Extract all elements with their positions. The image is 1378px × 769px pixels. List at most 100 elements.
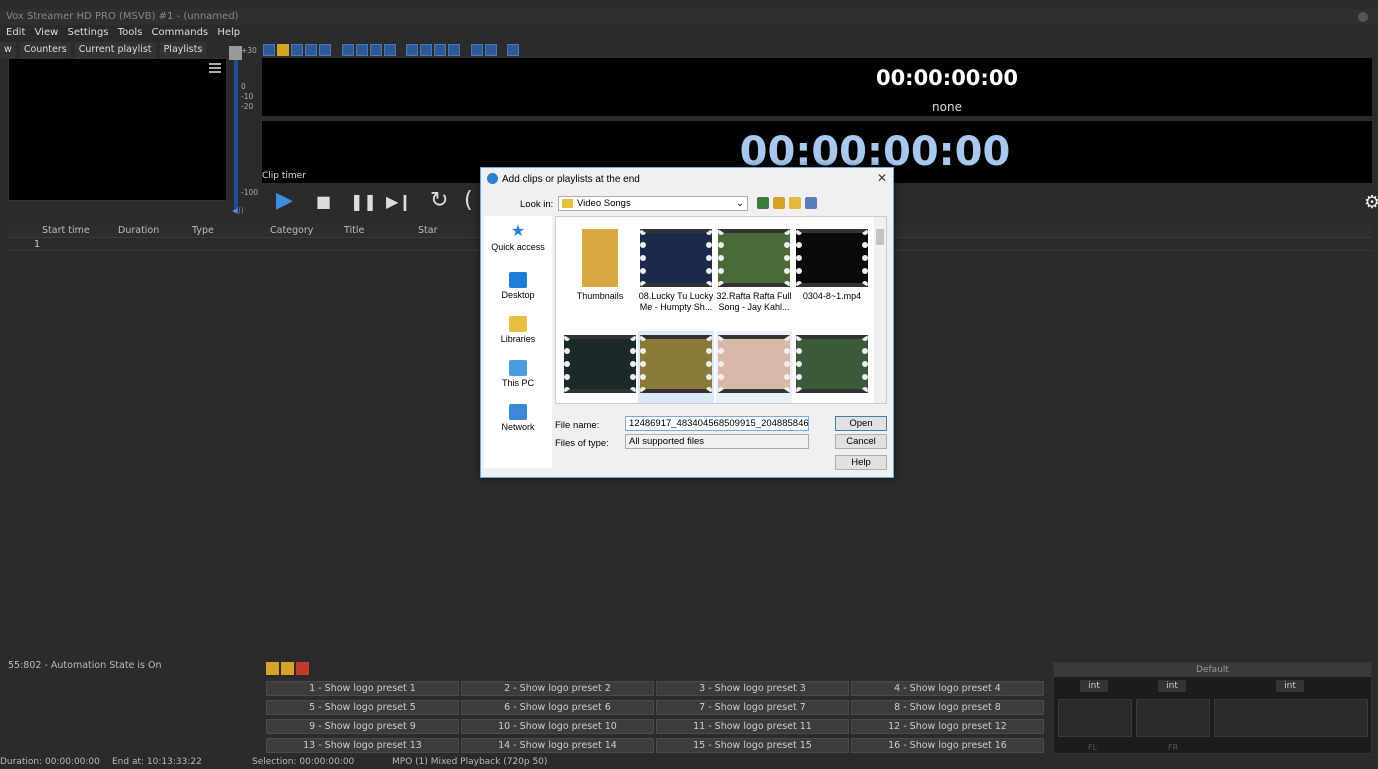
help-button[interactable]: Help — [835, 455, 887, 470]
scrollbar-thumb[interactable] — [876, 229, 884, 245]
preset-button-9[interactable]: 9 - Show logo preset 9 — [266, 719, 459, 734]
volume-meter[interactable]: +30 0 -10 -20 -100 ◀)) — [226, 42, 260, 216]
preset-edit-icon[interactable] — [266, 662, 279, 675]
col-start-time[interactable]: Start time — [42, 224, 90, 238]
back-icon[interactable] — [757, 197, 769, 209]
col-star[interactable]: Star — [418, 224, 437, 238]
toolbar-icon-9[interactable] — [383, 44, 396, 56]
preset-button-3[interactable]: 3 - Show logo preset 3 — [656, 681, 849, 696]
tab-preview[interactable]: w — [0, 42, 16, 58]
files-of-type-select[interactable]: All supported files — [625, 434, 809, 449]
col-duration[interactable]: Duration — [118, 224, 159, 238]
hamburger-icon[interactable] — [209, 63, 221, 73]
next-button[interactable]: ▶❙ — [386, 192, 412, 211]
menu-help[interactable]: Help — [217, 27, 240, 38]
help-icon[interactable] — [507, 44, 519, 56]
file-item[interactable] — [794, 335, 870, 403]
file-list-scrollbar[interactable] — [874, 217, 886, 403]
menu-view[interactable]: View — [35, 27, 59, 38]
toolbar-icon-15[interactable] — [484, 44, 497, 56]
file-name-input[interactable]: 12486917_483404568509915_2048858461_n — [625, 416, 809, 431]
preset-button-1[interactable]: 1 - Show logo preset 1 — [266, 681, 459, 696]
star-icon[interactable] — [281, 662, 294, 675]
arrow-icon[interactable] — [296, 662, 309, 675]
preset-button-5[interactable]: 5 - Show logo preset 5 — [266, 700, 459, 715]
gear-icon[interactable]: ⚙ — [1364, 192, 1378, 213]
tab-playlists[interactable]: Playlists — [159, 42, 207, 58]
tab-counters[interactable]: Counters — [19, 42, 71, 58]
open-button[interactable]: Open — [835, 416, 887, 431]
look-in-dropdown[interactable]: Video Songs ⌄ — [558, 196, 748, 211]
toolbar-icon-13[interactable] — [448, 44, 460, 56]
preset-button-11[interactable]: 11 - Show logo preset 11 — [656, 719, 849, 734]
stop-button[interactable]: ■ — [316, 192, 331, 211]
file-item[interactable] — [716, 331, 792, 403]
new-folder-icon[interactable] — [789, 197, 801, 209]
toolbar-icon-7[interactable] — [355, 44, 368, 56]
close-icon[interactable]: ✕ — [877, 171, 887, 185]
preset-button-16[interactable]: 16 - Show logo preset 16 — [851, 738, 1044, 753]
audio-int-2[interactable]: int — [1158, 680, 1186, 692]
file-item[interactable]: 08.Lucky Tu Lucky Me - Humpty Sh... — [638, 229, 714, 313]
preset-button-4[interactable]: 4 - Show logo preset 4 — [851, 681, 1044, 696]
preset-button-10[interactable]: 10 - Show logo preset 10 — [461, 719, 654, 734]
preset-button-7[interactable]: 7 - Show logo preset 7 — [656, 700, 849, 715]
place-desktop[interactable]: Desktop — [484, 272, 552, 300]
toolbar-icon-11[interactable] — [420, 44, 432, 56]
preset-button-14[interactable]: 14 - Show logo preset 14 — [461, 738, 654, 753]
col-type[interactable]: Type — [192, 224, 214, 238]
menu-edit[interactable]: Edit — [6, 27, 25, 38]
status-bar: Duration: 00:00:00:00 End at: 10:13:33:2… — [0, 756, 1378, 769]
preset-button-8[interactable]: 8 - Show logo preset 8 — [851, 700, 1044, 715]
save-icon[interactable] — [291, 44, 303, 56]
menu-settings[interactable]: Settings — [67, 27, 108, 38]
file-item[interactable]: 32.Rafta Rafta Full Song - Jay Kahl... — [716, 229, 792, 313]
toolbar-icon-4[interactable] — [305, 44, 317, 56]
audio-preset-header[interactable]: Default — [1054, 663, 1371, 677]
toolbar-icon-12[interactable] — [434, 44, 446, 56]
view-menu-icon[interactable] — [805, 197, 817, 209]
audio-int-3[interactable]: int — [1276, 680, 1304, 692]
dialog-title-text: Add clips or playlists at the end — [502, 174, 640, 185]
loop-button[interactable]: ↻ — [430, 188, 448, 213]
place-network[interactable]: Network — [484, 404, 552, 432]
col-category[interactable]: Category — [270, 224, 313, 238]
preset-button-15[interactable]: 15 - Show logo preset 15 — [656, 738, 849, 753]
preset-button-6[interactable]: 6 - Show logo preset 6 — [461, 700, 654, 715]
file-item-selected[interactable] — [638, 331, 714, 403]
pause-button[interactable]: ❚❚ — [350, 192, 377, 211]
toolbar-icon-8[interactable] — [369, 44, 382, 56]
cancel-button[interactable]: Cancel — [835, 434, 887, 449]
video-thumbnail — [564, 335, 636, 393]
place-quick-access[interactable]: ★ Quick access — [484, 224, 552, 253]
preset-button-2[interactable]: 2 - Show logo preset 2 — [461, 681, 654, 696]
toolbar-icon-5[interactable] — [319, 44, 331, 56]
open-folder-icon[interactable] — [277, 44, 289, 56]
extra-button[interactable]: ( — [464, 188, 473, 213]
menu-tools[interactable]: Tools — [118, 27, 143, 38]
toolbar-icon-10[interactable] — [406, 44, 418, 56]
desktop-icon — [509, 272, 527, 288]
preset-button-12[interactable]: 12 - Show logo preset 12 — [851, 719, 1044, 734]
file-list[interactable]: Thumbnails 08.Lucky Tu Lucky Me - Humpty… — [555, 216, 887, 404]
speaker-icon[interactable]: ◀)) — [232, 206, 244, 215]
audio-channel-fr[interactable] — [1136, 699, 1210, 737]
toolbar-icon-1[interactable] — [263, 44, 275, 56]
audio-channel-other[interactable] — [1214, 699, 1368, 737]
menu-commands[interactable]: Commands — [152, 27, 209, 38]
col-title[interactable]: Title — [344, 224, 364, 238]
audio-int-1[interactable]: int — [1080, 680, 1108, 692]
toolbar-icon-14[interactable] — [470, 44, 483, 56]
up-folder-icon[interactable] — [773, 197, 785, 209]
play-button[interactable]: ▶ — [276, 188, 293, 213]
place-libraries[interactable]: Libraries — [484, 316, 552, 344]
preset-button-13[interactable]: 13 - Show logo preset 13 — [266, 738, 459, 753]
tab-current-playlist[interactable]: Current playlist — [74, 42, 156, 58]
window-menu-icon[interactable] — [1358, 12, 1368, 22]
file-item[interactable]: 0304-8~1.mp4 — [794, 229, 870, 302]
place-this-pc[interactable]: This PC — [484, 360, 552, 388]
file-item[interactable] — [562, 335, 638, 403]
toolbar-icon-6[interactable] — [341, 44, 354, 56]
file-item[interactable]: Thumbnails — [562, 229, 638, 302]
audio-channel-fl[interactable] — [1058, 699, 1132, 737]
